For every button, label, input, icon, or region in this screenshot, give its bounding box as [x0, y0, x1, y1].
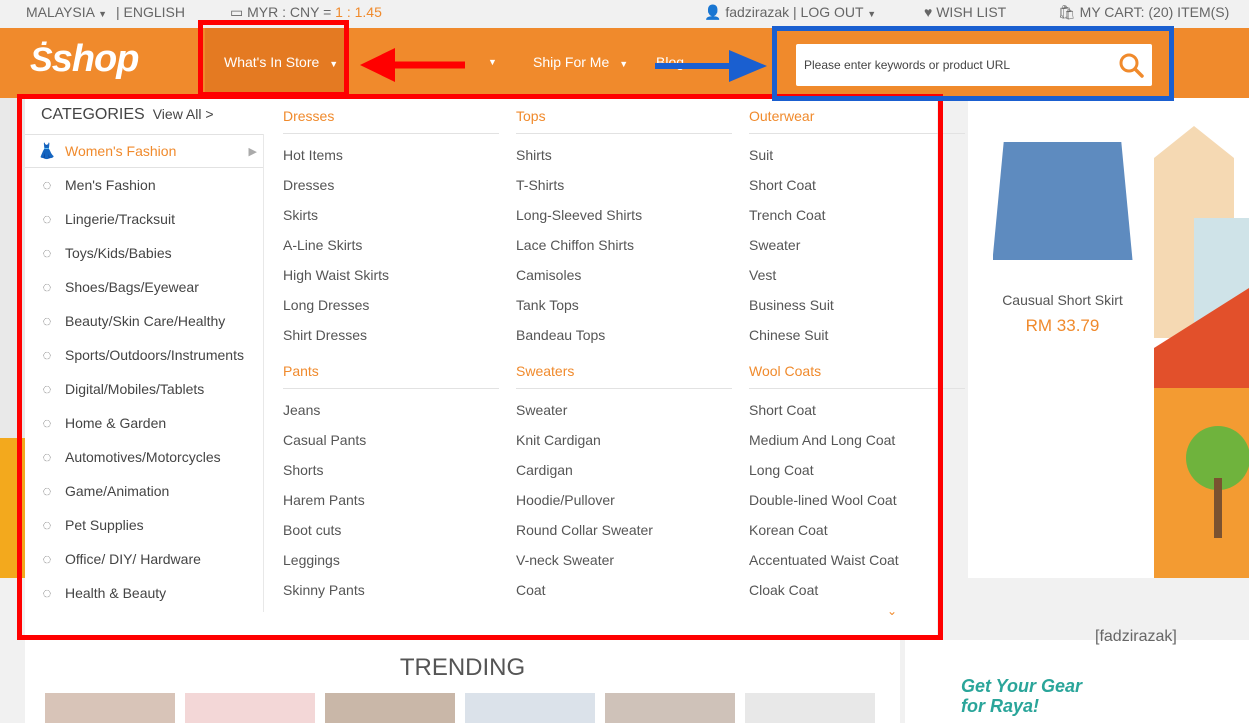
annotation-box-menu: [17, 94, 943, 640]
account-label: fadzirazak | LOG OUT: [725, 4, 864, 20]
caret-down-icon: ▼: [488, 57, 497, 67]
trending-title: TRENDING: [399, 654, 526, 681]
trending-thumb[interactable]: [185, 693, 315, 723]
chevron-down-icon: ▼: [867, 9, 877, 19]
trending-thumb[interactable]: [745, 693, 875, 723]
cart-icon: 🛍: [1058, 4, 1076, 20]
annotation-box-search: [772, 26, 1174, 101]
logo-mark-icon: Ṡ: [30, 41, 53, 79]
nav-label: Ship For Me: [533, 54, 610, 70]
user-icon: 👤: [704, 4, 722, 20]
promo-banner[interactable]: Get Your Gear for Raya! [fadzirazak]: [905, 628, 1249, 723]
currency-info: ▭ MYR : CNY = 1 : 1.45: [230, 4, 382, 21]
money-icon: ▭: [230, 4, 244, 20]
product-card[interactable]: Causual Short Skirt RM 33.79: [980, 130, 1145, 336]
trending-thumb[interactable]: [45, 693, 175, 723]
wishlist-link[interactable]: ♥ WISH LIST: [924, 4, 1006, 20]
trending-thumb[interactable]: [325, 693, 455, 723]
product-name: Causual Short Skirt: [1002, 292, 1123, 308]
wishlist-label: WISH LIST: [936, 4, 1007, 20]
nav-ship-for-me[interactable]: Ship For Me ▼: [533, 54, 628, 70]
annotation-box-nav: [198, 20, 349, 97]
site-logo[interactable]: Ṡshop: [30, 38, 140, 81]
language-selector[interactable]: | ENGLISH: [116, 4, 185, 20]
caret-down-icon: ▼: [619, 59, 629, 69]
watermark: [fadzirazak]: [1095, 628, 1177, 645]
cart-link[interactable]: 🛍 MY CART: (20) ITEM(S): [1058, 4, 1229, 21]
product-image: [992, 142, 1133, 260]
logo-text: shop: [51, 38, 140, 80]
promo-line: Get Your Gear: [961, 676, 1083, 696]
trending-thumb[interactable]: [465, 693, 595, 723]
nav-hidden-caret[interactable]: ▼: [478, 52, 497, 68]
promo-line: for Raya!: [961, 696, 1040, 716]
blue-arrow-icon: [655, 50, 767, 82]
product-price: RM 33.79: [1025, 316, 1100, 335]
currency-label: MYR : CNY =: [247, 4, 332, 20]
currency-rate: 1 : 1.45: [335, 4, 382, 20]
region-label: MALAYSIA: [26, 4, 95, 20]
top-bar: MALAYSIA ▼ | ENGLISH ▭ MYR : CNY = 1 : 1…: [0, 0, 1249, 28]
red-arrow-icon: [360, 48, 465, 82]
cart-label: MY CART: (20) ITEM(S): [1079, 4, 1230, 20]
region-selector[interactable]: MALAYSIA ▼: [26, 4, 107, 20]
chevron-down-icon: ▼: [98, 9, 108, 19]
heart-icon: ♥: [924, 4, 933, 20]
account-menu[interactable]: 👤 fadzirazak | LOG OUT ▼: [704, 4, 876, 21]
promo-text: Get Your Gear for Raya!: [961, 676, 1082, 716]
trending-thumb[interactable]: [605, 693, 735, 723]
trending-section: TRENDING: [25, 640, 900, 723]
